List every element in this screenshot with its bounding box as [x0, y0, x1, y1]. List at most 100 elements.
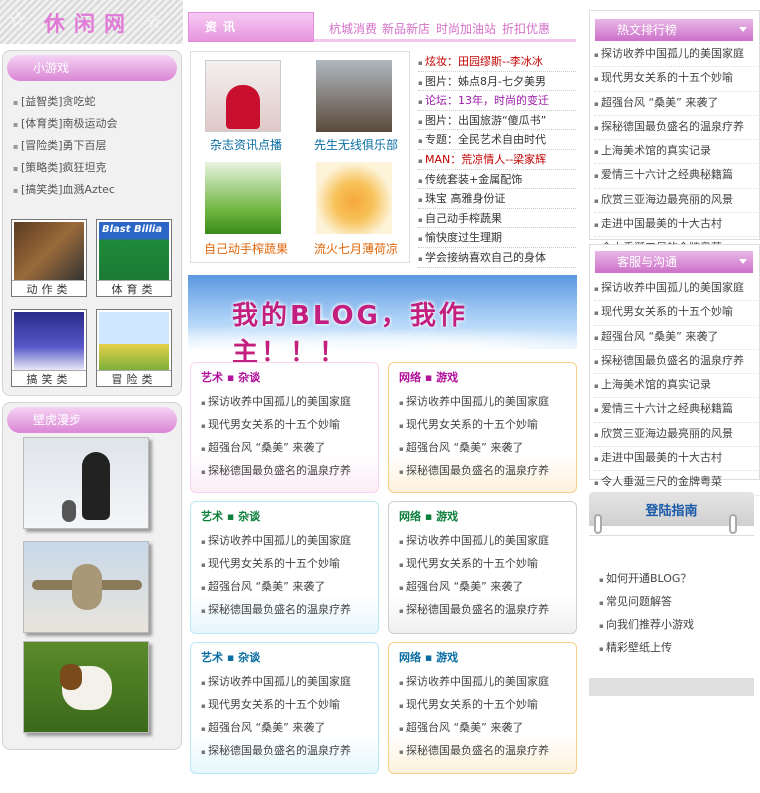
- list-item[interactable]: 探访收养中国孤儿的美国家庭: [201, 530, 368, 553]
- list-item[interactable]: 超强台风 “桑美” 来袭了: [399, 437, 566, 460]
- news-caption[interactable]: 杂志资讯点播: [191, 136, 301, 153]
- news-link[interactable]: 自己动手榨蔬果: [418, 209, 576, 229]
- hot-articles-panel: 热文排行榜 探访收养中国孤儿的美国家庭 现代男女关系的十五个妙喻 超强台风 “桑…: [589, 10, 760, 262]
- service-header: 客服与沟通: [595, 251, 753, 273]
- game-thumbnail: [14, 312, 84, 370]
- list-item[interactable]: 探访收养中国孤儿的美国家庭: [399, 530, 566, 553]
- service-list: 探访收养中国孤儿的美国家庭 现代男女关系的十五个妙喻 超强台风 “桑美” 来袭了…: [594, 277, 760, 496]
- mint-drink-photo[interactable]: [316, 162, 392, 234]
- game-tile-adventure[interactable]: 冒险类: [96, 309, 172, 387]
- category-card-title[interactable]: 艺术 ▪ 杂谈: [201, 649, 368, 665]
- list-item[interactable]: [策略类]疯狂坦克: [13, 157, 118, 179]
- list-item[interactable]: 如何开通BLOG？: [599, 568, 694, 591]
- club-photo[interactable]: [316, 60, 392, 132]
- category-card-title[interactable]: 网络 ▪ 游戏: [399, 649, 566, 665]
- list-item[interactable]: 现代男女关系的十五个妙喻: [594, 67, 760, 92]
- news-caption[interactable]: 先生无线俱乐部: [301, 136, 411, 153]
- list-item[interactable]: 上海美术馆的真实记录: [594, 140, 760, 165]
- news-link[interactable]: 专题：全民艺术自由时代: [418, 130, 576, 150]
- news-link[interactable]: 图片：出国旅游“傻瓜书”: [418, 111, 576, 131]
- nav-link[interactable]: 杭城消费: [329, 20, 377, 37]
- news-link[interactable]: 图片：姊点8月-七夕美男: [418, 72, 576, 92]
- list-item[interactable]: 欣赏三亚海边最亮丽的风景: [594, 189, 760, 214]
- game-tile-funny[interactable]: 搞笑类: [11, 309, 87, 387]
- list-item[interactable]: 现代男女关系的十五个妙喻: [201, 553, 368, 576]
- nav-link[interactable]: 折扣优惠: [502, 20, 550, 37]
- list-item[interactable]: 探访收养中国孤儿的美国家庭: [594, 43, 760, 68]
- list-item[interactable]: 探秘德国最负盛名的温泉疗养: [594, 350, 760, 375]
- list-item[interactable]: 爱情三十六计之经典秘籍篇: [594, 398, 760, 423]
- list-item[interactable]: 走进中国最美的十大古村: [594, 213, 760, 238]
- list-item[interactable]: 探秘德国最负盛名的温泉疗养: [399, 460, 566, 483]
- list-item[interactable]: 探秘德国最负盛名的温泉疗养: [201, 599, 368, 622]
- list-item[interactable]: 常见问题解答: [599, 591, 694, 614]
- news-caption[interactable]: 自己动手榨蔬果: [191, 240, 301, 257]
- news-link[interactable]: 珠宝 高雅身份证: [418, 189, 576, 209]
- list-item[interactable]: 超强台风 “桑美” 来袭了: [399, 576, 566, 599]
- chevron-down-icon[interactable]: [739, 259, 747, 264]
- juice-photo[interactable]: [205, 162, 281, 234]
- list-item[interactable]: 探访收养中国孤儿的美国家庭: [594, 277, 760, 302]
- list-item[interactable]: 超强台风 “桑美” 来袭了: [399, 717, 566, 740]
- news-link[interactable]: MAN：荒凉情人--梁家辉: [418, 150, 576, 170]
- list-item[interactable]: 探秘德国最负盛名的温泉疗养: [201, 460, 368, 483]
- list-item[interactable]: 超强台风 “桑美” 来袭了: [201, 576, 368, 599]
- news-link[interactable]: 愉快度过生理期: [418, 228, 576, 248]
- game-tile-sports[interactable]: Blast Billia 体育类: [96, 219, 172, 297]
- wallpaper-penguins[interactable]: [23, 437, 149, 529]
- nav-link[interactable]: 时尚加油站: [436, 20, 496, 37]
- list-item[interactable]: 爱情三十六计之经典秘籍篇: [594, 164, 760, 189]
- list-item[interactable]: [体育类]南极运动会: [13, 113, 118, 135]
- wallpaper-puppy[interactable]: [23, 641, 149, 733]
- game-tile-action[interactable]: 动作类: [11, 219, 87, 297]
- list-item[interactable]: 欣赏三亚海边最亮丽的风景: [594, 423, 760, 448]
- list-item[interactable]: 超强台风 “桑美” 来袭了: [594, 326, 760, 350]
- category-card-title[interactable]: 网络 ▪ 游戏: [399, 508, 566, 524]
- list-item[interactable]: 探秘德国最负盛名的温泉疗养: [594, 116, 760, 141]
- tab-news[interactable]: 资讯: [188, 12, 314, 42]
- category-card-title[interactable]: 艺术 ▪ 杂谈: [201, 508, 368, 524]
- news-caption[interactable]: 流火七月薄荷凉: [301, 240, 411, 257]
- list-item[interactable]: 走进中国最美的十大古村: [594, 447, 760, 472]
- games-panel: 小游戏 [益智类]贪吃蛇 [体育类]南极运动会 [冒险类]勇下百层 [策略类]疯…: [2, 50, 182, 396]
- news-link[interactable]: 传统套装+金属配饰: [418, 170, 576, 190]
- category-card: 艺术 ▪ 杂谈探访收养中国孤儿的美国家庭现代男女关系的十五个妙喻超强台风 “桑美…: [190, 501, 379, 634]
- list-item[interactable]: 超强台风 “桑美” 来袭了: [594, 92, 760, 116]
- list-item[interactable]: [冒险类]勇下百层: [13, 135, 118, 157]
- list-item[interactable]: 探秘德国最负盛名的温泉疗养: [399, 599, 566, 622]
- list-item[interactable]: 探秘德国最负盛名的温泉疗养: [399, 740, 566, 763]
- list-item[interactable]: 现代男女关系的十五个妙喻: [399, 694, 566, 717]
- list-item[interactable]: 超强台风 “桑美” 来袭了: [201, 717, 368, 740]
- list-item[interactable]: 探访收养中国孤儿的美国家庭: [201, 391, 368, 414]
- list-item[interactable]: 探秘德国最负盛名的温泉疗养: [201, 740, 368, 763]
- magazine-cover[interactable]: [205, 60, 281, 132]
- list-item[interactable]: 超强台风 “桑美” 来袭了: [201, 437, 368, 460]
- list-item[interactable]: 现代男女关系的十五个妙喻: [399, 414, 566, 437]
- list-item[interactable]: 探访收养中国孤儿的美国家庭: [399, 671, 566, 694]
- news-link[interactable]: 论坛：13年，时尚的变迁: [418, 91, 576, 111]
- chevron-down-icon[interactable]: [739, 27, 747, 32]
- list-item[interactable]: [益智类]贪吃蛇: [13, 91, 118, 113]
- games-header: 小游戏: [7, 55, 177, 81]
- list-item[interactable]: 上海美术馆的真实记录: [594, 374, 760, 399]
- blog-banner[interactable]: 我的BLOG，我作主！！！: [188, 275, 577, 368]
- list-item[interactable]: 现代男女关系的十五个妙喻: [201, 694, 368, 717]
- site-logo[interactable]: ☆ ☆ 休闲网: [0, 0, 183, 44]
- list-item[interactable]: 探访收养中国孤儿的美国家庭: [399, 391, 566, 414]
- star-icon: ☆: [8, 8, 28, 33]
- list-item[interactable]: [搞笑类]血溅Aztec: [13, 179, 118, 201]
- category-card-title[interactable]: 艺术 ▪ 杂谈: [201, 369, 368, 385]
- list-item[interactable]: 现代男女关系的十五个妙喻: [594, 301, 760, 326]
- wallpaper-airplane[interactable]: [23, 541, 149, 633]
- list-item[interactable]: 向我们推荐小游戏: [599, 614, 694, 637]
- news-link[interactable]: 学会接纳喜欢自己的身体: [418, 248, 576, 268]
- penguin-shape: [62, 500, 76, 522]
- list-item[interactable]: 现代男女关系的十五个妙喻: [201, 414, 368, 437]
- list-item[interactable]: 探访收养中国孤儿的美国家庭: [201, 671, 368, 694]
- news-link[interactable]: 炫妆：田园缪斯--李冰冰: [418, 52, 576, 72]
- nav-link[interactable]: 新品新店: [382, 20, 430, 37]
- list-item[interactable]: 精彩壁纸上传: [599, 637, 694, 660]
- list-item[interactable]: 现代男女关系的十五个妙喻: [399, 553, 566, 576]
- penguin-shape: [82, 452, 110, 520]
- category-card-title[interactable]: 网络 ▪ 游戏: [399, 369, 566, 385]
